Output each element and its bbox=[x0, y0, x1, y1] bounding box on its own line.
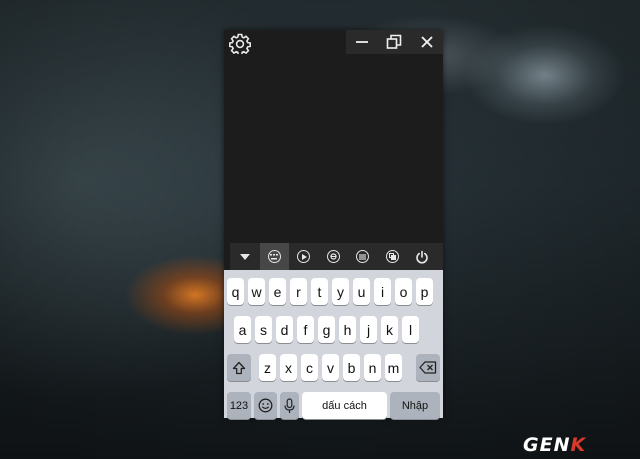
microphone-icon bbox=[284, 397, 295, 413]
backspace-key[interactable] bbox=[416, 354, 440, 381]
emoji-icon bbox=[258, 398, 273, 413]
keyboard-button[interactable] bbox=[259, 243, 289, 270]
key-e[interactable]: e bbox=[269, 278, 286, 305]
shift-icon bbox=[232, 361, 246, 374]
menu-button[interactable] bbox=[348, 243, 378, 270]
key-u[interactable]: u bbox=[353, 278, 370, 305]
key-p[interactable]: p bbox=[416, 278, 433, 305]
minimize-button[interactable] bbox=[346, 30, 378, 54]
remote-screen[interactable] bbox=[224, 54, 443, 244]
power-button[interactable] bbox=[407, 243, 437, 270]
key-c[interactable]: c bbox=[301, 354, 318, 381]
key-i[interactable]: i bbox=[374, 278, 391, 305]
backspace-icon bbox=[419, 361, 437, 374]
collapse-button[interactable] bbox=[230, 243, 260, 270]
collapse-icon bbox=[239, 253, 250, 260]
keyboard-row-1: q w e r t y u i o p bbox=[224, 278, 443, 305]
settings-button[interactable] bbox=[228, 32, 252, 56]
key-a[interactable]: a bbox=[234, 316, 251, 343]
close-button[interactable] bbox=[411, 30, 443, 54]
key-x[interactable]: x bbox=[280, 354, 297, 381]
key-m[interactable]: m bbox=[385, 354, 402, 381]
key-v[interactable]: v bbox=[322, 354, 339, 381]
window-controls bbox=[346, 30, 443, 54]
toolbar bbox=[230, 243, 443, 270]
space-key[interactable]: dấu cách bbox=[302, 392, 387, 419]
genk-logo: GENK bbox=[523, 434, 587, 456]
key-f[interactable]: f bbox=[297, 316, 314, 343]
numbers-key[interactable]: 123 bbox=[227, 392, 251, 419]
keyboard-row-3: z x c v b n m bbox=[224, 354, 443, 381]
restore-button[interactable] bbox=[378, 30, 410, 54]
gear-icon bbox=[229, 33, 251, 56]
key-b[interactable]: b bbox=[343, 354, 360, 381]
key-z[interactable]: z bbox=[259, 354, 276, 381]
key-r[interactable]: r bbox=[290, 278, 307, 305]
on-screen-keyboard: q w e r t y u i o p a s d f g h j k l z bbox=[224, 270, 443, 419]
keyboard-row-4: 123 dấu cách Nhập bbox=[224, 392, 443, 419]
keyboard-icon bbox=[267, 250, 281, 263]
key-n[interactable]: n bbox=[364, 354, 381, 381]
close-icon bbox=[421, 36, 433, 48]
restore-icon bbox=[387, 34, 402, 49]
emoji-key[interactable] bbox=[254, 392, 277, 419]
key-y[interactable]: y bbox=[332, 278, 349, 305]
logo-text-main: GEN bbox=[523, 434, 571, 456]
key-q[interactable]: q bbox=[227, 278, 244, 305]
keyboard-row-2: a s d f g h j k l bbox=[224, 316, 443, 343]
shift-key[interactable] bbox=[227, 354, 251, 381]
copy-screen-icon bbox=[385, 250, 399, 263]
menu-icon bbox=[356, 250, 370, 263]
play-icon bbox=[297, 250, 311, 263]
copy-screen-button[interactable] bbox=[378, 243, 408, 270]
key-t[interactable]: t bbox=[311, 278, 328, 305]
browser-icon bbox=[326, 250, 340, 263]
key-d[interactable]: d bbox=[276, 316, 293, 343]
browser-button[interactable] bbox=[319, 243, 349, 270]
key-l[interactable]: l bbox=[402, 316, 419, 343]
key-w[interactable]: w bbox=[248, 278, 265, 305]
logo-text-accent: K bbox=[570, 434, 587, 456]
key-s[interactable]: s bbox=[255, 316, 272, 343]
key-g[interactable]: g bbox=[318, 316, 335, 343]
power-icon bbox=[415, 250, 428, 264]
key-j[interactable]: j bbox=[360, 316, 377, 343]
remote-control-window: q w e r t y u i o p a s d f g h j k l z bbox=[224, 30, 443, 419]
return-key[interactable]: Nhập bbox=[390, 392, 440, 419]
play-button[interactable] bbox=[289, 243, 319, 270]
minimize-icon bbox=[356, 41, 369, 43]
key-o[interactable]: o bbox=[395, 278, 412, 305]
key-k[interactable]: k bbox=[381, 316, 398, 343]
microphone-key[interactable] bbox=[280, 392, 299, 419]
key-h[interactable]: h bbox=[339, 316, 356, 343]
